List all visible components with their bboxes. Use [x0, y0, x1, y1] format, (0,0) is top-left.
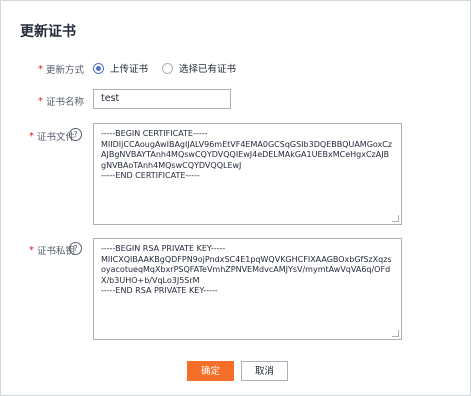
upload-cert-radio[interactable]: [93, 62, 104, 74]
dialog-title: 更新证书: [20, 24, 76, 40]
cancel-button[interactable]: 取消: [241, 361, 288, 381]
private-key-textarea[interactable]: -----BEGIN RSA PRIVATE KEY----- MIICXQIB…: [93, 238, 402, 340]
private-key-line: -----BEGIN RSA PRIVATE KEY-----: [101, 244, 226, 253]
required-marker: *: [37, 63, 43, 75]
cert-file-line: -----BEGIN CERTIFICATE-----: [101, 129, 208, 138]
private-key-line: MIICXQIBAAKBgQDFPN9ojPndxSC4E1pqWQVKGHCF…: [101, 254, 392, 285]
cert-name-label-text: 证书名称: [45, 97, 84, 108]
cert-file-textarea[interactable]: -----BEGIN CERTIFICATE----- MIIDIjCCAoug…: [93, 123, 402, 225]
update-method-label: * 更新方式: [37, 62, 84, 77]
resize-handle-icon[interactable]: [392, 215, 399, 222]
required-marker: *: [28, 130, 34, 142]
private-key-label: * 证书私钥: [28, 243, 75, 258]
private-key-line: -----END RSA PRIVATE KEY-----: [101, 286, 218, 295]
required-marker: *: [28, 244, 34, 256]
cert-file-line: -----END CERTIFICATE-----: [101, 171, 200, 180]
cert-file-help-icon[interactable]: ?: [69, 128, 82, 141]
required-marker: *: [37, 95, 43, 107]
choose-existing-cert-radio[interactable]: [162, 62, 174, 74]
private-key-help-icon[interactable]: ?: [69, 242, 82, 255]
cert-name-input[interactable]: test: [93, 89, 231, 109]
update-certificate-dialog: 更新证书 * 更新方式 上传证书 选择已有证书 * 证书名称 test * 证书…: [0, 0, 471, 396]
upload-cert-radio-label[interactable]: 上传证书: [110, 61, 148, 75]
choose-existing-cert-radio-label[interactable]: 选择已有证书: [179, 61, 236, 75]
cert-file-label: * 证书文件: [28, 129, 75, 144]
update-method-radio-group: 上传证书 选择已有证书: [93, 61, 250, 75]
resize-handle-icon[interactable]: [392, 330, 399, 337]
cert-name-label: * 证书名称: [37, 94, 84, 109]
update-method-label-text: 更新方式: [45, 65, 84, 76]
confirm-button[interactable]: 确定: [187, 361, 234, 381]
cert-file-line: MIIDIjCCAougAwIBAgIJALV96mEtVF4EMA0GCSqG…: [101, 139, 393, 170]
